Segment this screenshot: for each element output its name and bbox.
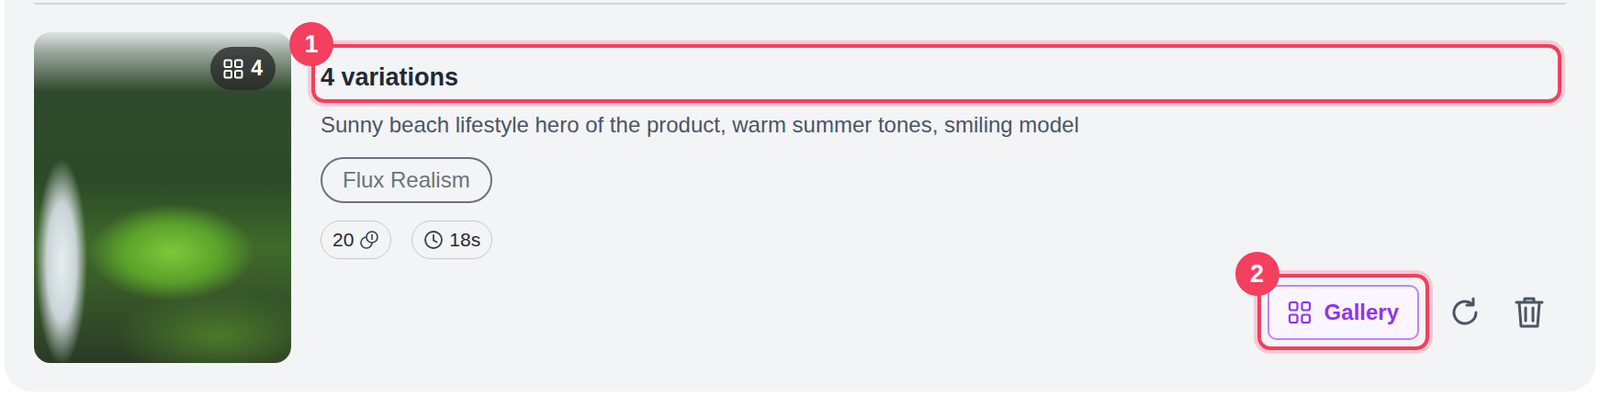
variation-count-badge: 4 (210, 46, 276, 91)
generation-card: 4 4 variations 1 Sunny beach lifestyle h… (4, 0, 1596, 392)
regenerate-button[interactable] (1446, 293, 1484, 331)
prompt-text: Sunny beach lifestyle hero of the produc… (320, 109, 1548, 141)
divider (33, 2, 1567, 5)
credits-stat: 20 (320, 220, 392, 260)
variation-count: 4 (250, 52, 263, 85)
grid-icon (1287, 300, 1312, 325)
stats-row: 20 18s (320, 220, 1548, 260)
model-tag: Flux Realism (320, 157, 493, 203)
duration-stat: 18s (411, 220, 493, 260)
gallery-label: Gallery (1324, 295, 1399, 329)
stat-value: 20 (332, 225, 354, 255)
generation-details: 4 variations 1 Sunny beach lifestyle her… (320, 32, 1548, 363)
clock-icon (423, 229, 444, 250)
gallery-area: Gallery 2 (1267, 284, 1420, 340)
coins-icon (359, 229, 380, 250)
annotation-box: 1 (311, 44, 1562, 103)
thumbnail-image[interactable]: 4 (33, 32, 292, 363)
stat-value: 18s (449, 225, 481, 255)
action-row: Gallery 2 (320, 284, 1548, 363)
refresh-icon (1447, 294, 1483, 330)
generation-row: 4 4 variations 1 Sunny beach lifestyle h… (4, 4, 1596, 392)
annotation-number: 1 (289, 22, 334, 67)
trash-icon (1512, 294, 1546, 330)
generation-title: 4 variations (320, 62, 459, 92)
grid-icon (223, 58, 244, 79)
annotation-number: 2 (1235, 251, 1280, 296)
gallery-button[interactable]: Gallery (1267, 284, 1420, 340)
title-area: 4 variations 1 (320, 44, 1548, 103)
delete-button[interactable] (1510, 293, 1548, 331)
annotation-box: 2 (1257, 273, 1430, 350)
